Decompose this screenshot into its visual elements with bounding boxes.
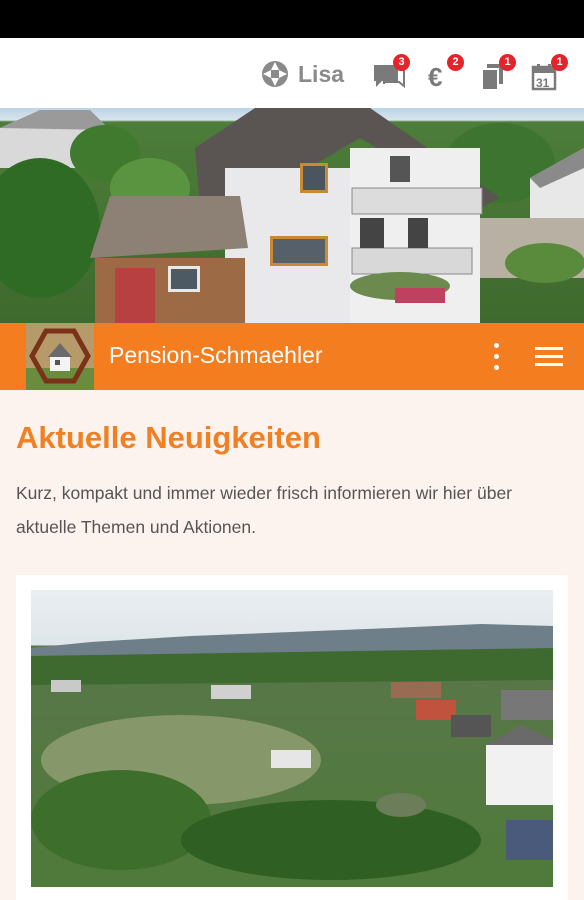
calendar-badge: 1 [551,54,568,71]
app-title: Pension-Schmaehler [109,342,323,368]
payments-badge: 2 [447,54,464,71]
news-image [31,590,553,887]
status-bar [0,0,584,38]
chat-button[interactable]: 3 [370,54,410,96]
documents-button[interactable]: 1 [476,54,516,96]
hero-image [0,108,584,323]
user-menu[interactable]: Lisa [260,58,344,90]
top-toolbar: Lisa 3 € 2 1 31 1 [0,38,584,108]
chat-badge: 3 [393,54,410,71]
menu-button[interactable] [533,343,565,371]
user-logo-icon [262,61,288,87]
page-title: Aktuelle Neuigkeiten [16,420,321,455]
app-bar: Pension-Schmaehler [0,323,584,390]
user-name: Lisa [298,60,345,87]
main-content: Aktuelle Neuigkeiten Kurz, kompakt und i… [0,390,584,900]
pension-logo[interactable] [26,323,94,390]
news-card[interactable] [16,575,568,900]
svg-text:€: € [428,62,442,92]
intro-text: Kurz, kompakt und immer wieder frisch in… [16,483,512,537]
more-options-button[interactable] [486,341,508,373]
payments-button[interactable]: € 2 [424,54,464,96]
calendar-day: 31 [536,76,550,90]
calendar-button[interactable]: 31 1 [528,54,568,96]
documents-badge: 1 [499,54,516,71]
